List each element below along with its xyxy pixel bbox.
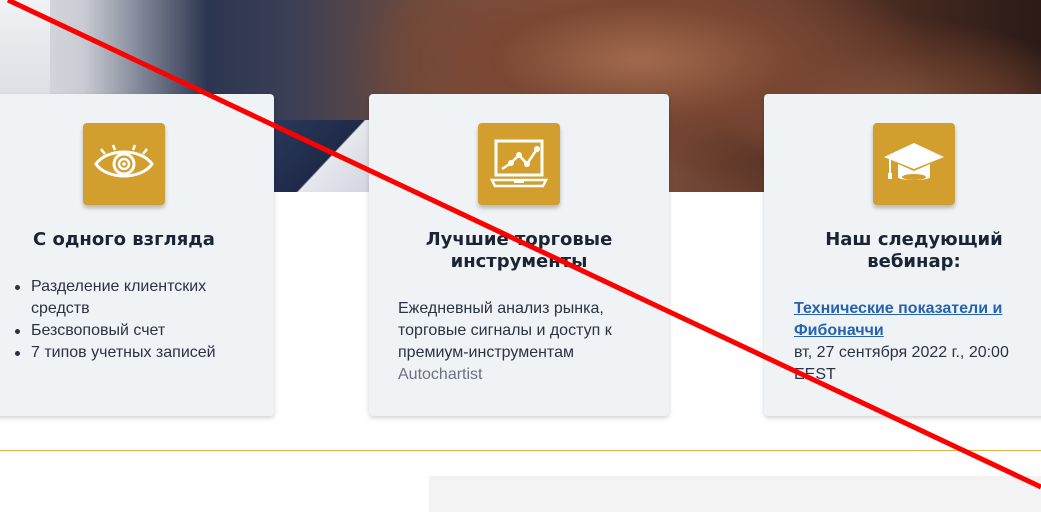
chart-monitor-icon <box>478 123 560 205</box>
feature-list: Разделение клиентских средств Безсвоповы… <box>13 276 243 364</box>
webinar-timezone: EEST <box>794 366 836 383</box>
list-item: Разделение клиентских средств <box>13 276 243 320</box>
list-item: 7 типов учетных записей <box>13 342 243 364</box>
card-description-muted: Autochartist <box>398 366 483 383</box>
feature-card-next-webinar: Наш следующий вебинар: Технические показ… <box>764 94 1041 416</box>
webinar-link[interactable]: Технические показатели и Фибоначчи <box>794 300 1002 339</box>
feature-card-at-a-glance: С одного взгляда Разделение клиентских с… <box>0 94 274 416</box>
feature-card-trading-tools: Лучшие торговые инструменты Ежедневный а… <box>369 94 669 416</box>
card-description: Ежедневный анализ рынка, торговые сигнал… <box>398 298 648 386</box>
eye-icon <box>83 123 165 205</box>
graduation-cap-icon <box>873 123 955 205</box>
webinar-date: вт, 27 сентября 2022 г., 20:00 <box>794 344 1009 361</box>
card-description-text: Ежедневный анализ рынка, торговые сигнал… <box>398 300 612 361</box>
section-divider <box>0 450 1041 451</box>
webinar-details: Технические показатели и Фибоначчи вт, 2… <box>794 298 1041 386</box>
card-title: С одного взгляда <box>33 229 215 250</box>
bottom-panel <box>429 476 1041 512</box>
card-title: Наш следующий вебинар: <box>825 229 1003 272</box>
card-title: Лучшие торговые инструменты <box>425 229 613 272</box>
list-item: Безсвоповый счет <box>13 320 243 342</box>
